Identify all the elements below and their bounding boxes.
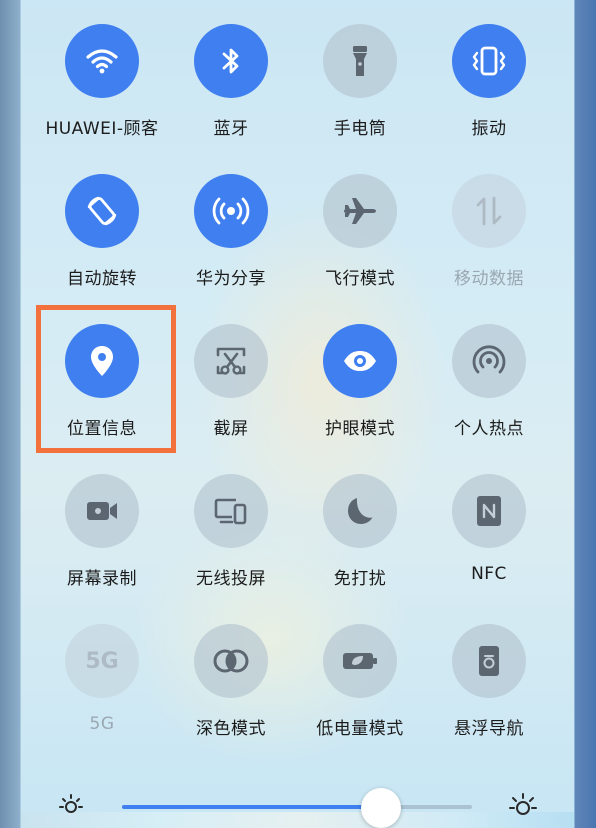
tile-label: 截屏 (213, 419, 249, 439)
tile-5g[interactable]: 5G 5G (37, 624, 167, 754)
tile-vibrate[interactable]: 振动 (424, 24, 554, 154)
hotspot-icon (472, 345, 506, 374)
huawei-share-icon (212, 197, 250, 225)
tile-auto-rotate[interactable]: 自动旋转 (37, 174, 167, 304)
battery-saver-icon (343, 653, 377, 669)
tile-dark-mode[interactable]: 深色模式 (166, 624, 296, 754)
airplane-toggle[interactable] (323, 174, 397, 248)
airplane-icon (344, 198, 376, 224)
tile-floating-nav[interactable]: 悬浮导航 (424, 624, 554, 754)
tile-mobile-data[interactable]: 移动数据 (424, 174, 554, 304)
tile-eye-comfort[interactable]: 护眼模式 (295, 324, 425, 454)
tile-label: 护眼模式 (325, 419, 395, 439)
tile-label: 飞行模式 (325, 269, 395, 289)
eye-icon (344, 351, 376, 371)
tile-label: HUAWEI-顾客 (45, 119, 159, 139)
floating-nav-icon (479, 646, 499, 676)
screen-record-toggle[interactable] (65, 474, 139, 548)
brightness-track[interactable] (122, 805, 472, 809)
hotspot-toggle[interactable] (452, 324, 526, 398)
video-camera-icon (87, 502, 117, 520)
tile-label: 免打扰 (333, 569, 387, 589)
tile-label: 无线投屏 (196, 569, 266, 589)
tile-bluetooth[interactable]: 蓝牙 (166, 24, 296, 154)
tile-label: NFC (471, 564, 507, 584)
tile-huawei-share[interactable]: 华为分享 (166, 174, 296, 304)
tile-hotspot[interactable]: 个人热点 (424, 324, 554, 454)
auto-rotate-icon (87, 196, 117, 226)
tile-label: 深色模式 (196, 719, 266, 739)
flashlight-icon (353, 46, 367, 76)
nfc-toggle[interactable] (452, 474, 526, 548)
moon-icon (348, 498, 373, 524)
5g-toggle[interactable]: 5G (65, 624, 139, 698)
flashlight-toggle[interactable] (323, 24, 397, 98)
tile-label: 振动 (471, 119, 507, 139)
tile-airplane[interactable]: 飞行模式 (295, 174, 425, 304)
sun-dim-icon (59, 794, 83, 813)
bluetooth-toggle[interactable] (194, 24, 268, 98)
screenshot-scissors-icon (216, 347, 246, 375)
sun-bright-icon (509, 793, 537, 815)
brightness-thumb[interactable] (361, 788, 401, 828)
floating-nav-toggle[interactable] (452, 624, 526, 698)
tile-wifi[interactable]: HUAWEI-顾客 (37, 24, 167, 154)
tile-label: 手电筒 (333, 119, 387, 139)
tile-label: 华为分享 (196, 269, 266, 289)
bluetooth-icon (222, 48, 239, 74)
wireless-projection-toggle[interactable] (194, 474, 268, 548)
tile-label: 悬浮导航 (454, 719, 524, 739)
tile-do-not-disturb[interactable]: 免打扰 (295, 474, 425, 604)
tile-flashlight[interactable]: 手电筒 (295, 24, 425, 154)
mobile-data-toggle[interactable] (452, 174, 526, 248)
tile-label: 低电量模式 (316, 719, 404, 739)
tile-screen-record[interactable]: 屏幕录制 (37, 474, 167, 604)
5g-icon: 5G (85, 648, 119, 674)
tile-label: 移动数据 (454, 269, 524, 289)
huawei-share-toggle[interactable] (194, 174, 268, 248)
screen-cast-icon (214, 498, 247, 525)
do-not-disturb-toggle[interactable] (323, 474, 397, 548)
location-highlight-box (36, 305, 176, 453)
dark-mode-toggle[interactable] (194, 624, 268, 698)
nfc-icon (477, 496, 501, 526)
dark-mode-icon (213, 649, 249, 673)
wifi-icon (86, 49, 118, 74)
tile-wireless-projection[interactable]: 无线投屏 (166, 474, 296, 604)
mobile-data-icon (476, 196, 502, 226)
screenshot-toggle[interactable] (194, 324, 268, 398)
power-saving-toggle[interactable] (323, 624, 397, 698)
vibrate-icon (472, 46, 506, 76)
auto-rotate-toggle[interactable] (65, 174, 139, 248)
wifi-toggle[interactable] (65, 24, 139, 98)
tile-label: 自动旋转 (67, 269, 137, 289)
tile-label: 5G (89, 714, 115, 734)
brightness-slider[interactable] (0, 780, 596, 828)
tile-label: 个人热点 (454, 419, 524, 439)
tile-label: 屏幕录制 (67, 569, 137, 589)
tile-nfc[interactable]: NFC (424, 474, 554, 604)
tile-label: 蓝牙 (213, 119, 249, 139)
tile-screenshot[interactable]: 截屏 (166, 324, 296, 454)
eye-comfort-toggle[interactable] (323, 324, 397, 398)
tile-power-saving[interactable]: 低电量模式 (295, 624, 425, 754)
brightness-fill (122, 805, 381, 809)
vibrate-toggle[interactable] (452, 24, 526, 98)
